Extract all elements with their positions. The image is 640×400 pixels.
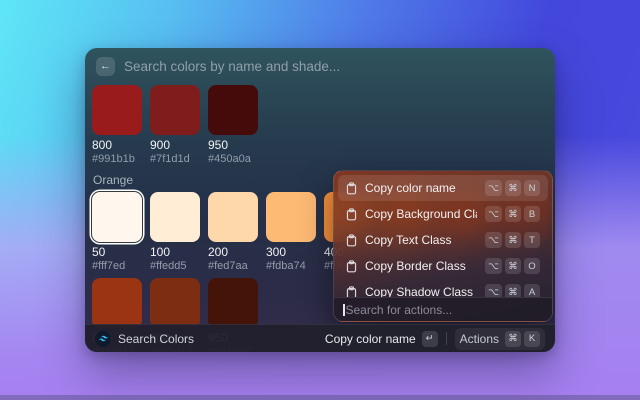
menu-item-label: Copy Text Class xyxy=(365,233,477,247)
clipboard-icon xyxy=(346,234,357,247)
menu-item[interactable]: Copy Text Class ⌥⌘T xyxy=(338,227,548,253)
search-bar: ← xyxy=(85,48,555,85)
shortcut-key: K xyxy=(524,331,540,347)
shortcut-key: ⌥ xyxy=(485,232,502,248)
shortcut-key: ⌘ xyxy=(505,331,521,347)
shade-hex: #fdba74 xyxy=(266,260,316,273)
shortcut-keys: ⌥⌘B xyxy=(485,206,540,222)
actions-shortcut-keys: ⌘K xyxy=(505,331,540,347)
shade-label: 800 xyxy=(92,138,142,152)
shortcut-key: ⌘ xyxy=(505,258,521,274)
shade-label: 300 xyxy=(266,245,316,259)
menu-item-label: Copy Shadow Class xyxy=(365,285,477,297)
shortcut-key: ⌘ xyxy=(505,180,521,196)
color-swatch[interactable] xyxy=(150,85,200,135)
shortcut-key: O xyxy=(524,258,540,274)
shortcut-key: N xyxy=(524,180,540,196)
color-swatch[interactable] xyxy=(92,85,142,135)
shade-hex: #fff7ed xyxy=(92,260,142,273)
color-swatch-cell[interactable]: 300 #fdba74 xyxy=(266,192,316,273)
shortcut-key: ⌘ xyxy=(505,284,521,297)
shortcut-keys: ⌥⌘A xyxy=(485,284,540,297)
shortcut-keys: ⌥⌘O xyxy=(485,258,540,274)
clipboard-icon xyxy=(346,260,357,273)
menu-item-label: Copy color name xyxy=(365,181,477,195)
menu-item[interactable]: Copy Shadow Class ⌥⌘A xyxy=(338,279,548,297)
footer-divider xyxy=(446,332,447,345)
search-input[interactable] xyxy=(124,59,544,74)
desktop: { "wallpaper": { "top_left_color": "#5ee… xyxy=(0,0,640,400)
color-swatch-cell[interactable]: 800 #991b1b xyxy=(92,85,142,166)
shortcut-key: ⌥ xyxy=(485,284,502,297)
primary-action-label: Copy color name xyxy=(325,332,416,346)
shade-label: 100 xyxy=(150,245,200,259)
shortcut-key: A xyxy=(524,284,540,297)
primary-action-button[interactable]: Copy color name ↵ xyxy=(325,331,438,347)
back-button[interactable]: ← xyxy=(96,57,115,76)
menu-item-label: Copy Border Class xyxy=(365,259,477,273)
menu-item-label: Copy Background Class xyxy=(365,207,477,221)
status-bar-app: Search Colors xyxy=(95,331,194,347)
color-swatch-cell[interactable]: 50 #fff7ed xyxy=(92,192,142,273)
color-swatch[interactable] xyxy=(150,278,200,328)
shortcut-key: ⌥ xyxy=(485,258,502,274)
shade-hex: #7f1d1d xyxy=(150,153,200,166)
wallpaper-bottom-strip xyxy=(0,395,640,400)
actions-button-label: Actions xyxy=(460,332,499,346)
shortcut-key: ⌘ xyxy=(505,232,521,248)
color-swatch[interactable] xyxy=(208,192,258,242)
color-swatch[interactable] xyxy=(208,85,258,135)
shade-label: 950 xyxy=(208,138,258,152)
tailwind-logo-icon xyxy=(95,331,111,347)
shortcut-key: ⌥ xyxy=(485,180,502,196)
color-swatch-cell[interactable]: 950 #450a0a xyxy=(208,85,258,166)
menu-item[interactable]: Copy Border Class ⌥⌘O xyxy=(338,253,548,279)
menu-item[interactable]: Copy color name ⌥⌘N xyxy=(338,175,548,201)
shade-label: 50 xyxy=(92,245,142,259)
arrow-left-icon: ← xyxy=(100,57,111,76)
shortcut-key: B xyxy=(524,206,540,222)
shade-label: 200 xyxy=(208,245,258,259)
shade-hex: #fed7aa xyxy=(208,260,258,273)
shade-label: 900 xyxy=(150,138,200,152)
clipboard-icon xyxy=(346,286,357,298)
status-bar-actions: Copy color name ↵ Actions ⌘K xyxy=(325,328,545,350)
color-swatch[interactable] xyxy=(208,278,258,328)
color-group: 800 #991b1b 900 #7f1d1d 950 #450a0a xyxy=(92,85,548,166)
shortcut-key: T xyxy=(524,232,540,248)
shortcut-keys: ⌥⌘N xyxy=(485,180,540,196)
clipboard-icon xyxy=(346,182,357,195)
actions-menu: Copy color name ⌥⌘N Copy Background Clas… xyxy=(333,170,553,322)
color-swatch[interactable] xyxy=(266,192,316,242)
app-name: Search Colors xyxy=(118,332,194,346)
actions-search-bar[interactable] xyxy=(334,297,552,321)
color-swatch[interactable] xyxy=(92,192,142,242)
actions-menu-list: Copy color name ⌥⌘N Copy Background Clas… xyxy=(338,175,548,297)
clipboard-icon xyxy=(346,208,357,221)
color-swatch-cell[interactable]: 100 #ffedd5 xyxy=(150,192,200,273)
enter-key: ↵ xyxy=(422,331,438,347)
shade-hex: #450a0a xyxy=(208,153,258,166)
status-bar: Search Colors Copy color name ↵ Actions … xyxy=(85,324,555,352)
actions-search-input[interactable] xyxy=(346,303,544,317)
shortcut-key: ⌘ xyxy=(505,206,521,222)
shortcut-key: ⌥ xyxy=(485,206,502,222)
color-search-window: ← 800 #991b1b 900 xyxy=(85,48,555,352)
color-swatch[interactable] xyxy=(150,192,200,242)
actions-button[interactable]: Actions ⌘K xyxy=(455,328,545,350)
text-cursor xyxy=(343,304,345,316)
color-swatch-cell[interactable]: 200 #fed7aa xyxy=(208,192,258,273)
shade-hex: #ffedd5 xyxy=(150,260,200,273)
shade-row: 800 #991b1b 900 #7f1d1d 950 #450a0a xyxy=(92,85,548,166)
shortcut-keys: ⌥⌘T xyxy=(485,232,540,248)
shade-hex: #991b1b xyxy=(92,153,142,166)
color-swatch[interactable] xyxy=(92,278,142,328)
menu-item[interactable]: Copy Background Class ⌥⌘B xyxy=(338,201,548,227)
color-swatch-cell[interactable]: 900 #7f1d1d xyxy=(150,85,200,166)
